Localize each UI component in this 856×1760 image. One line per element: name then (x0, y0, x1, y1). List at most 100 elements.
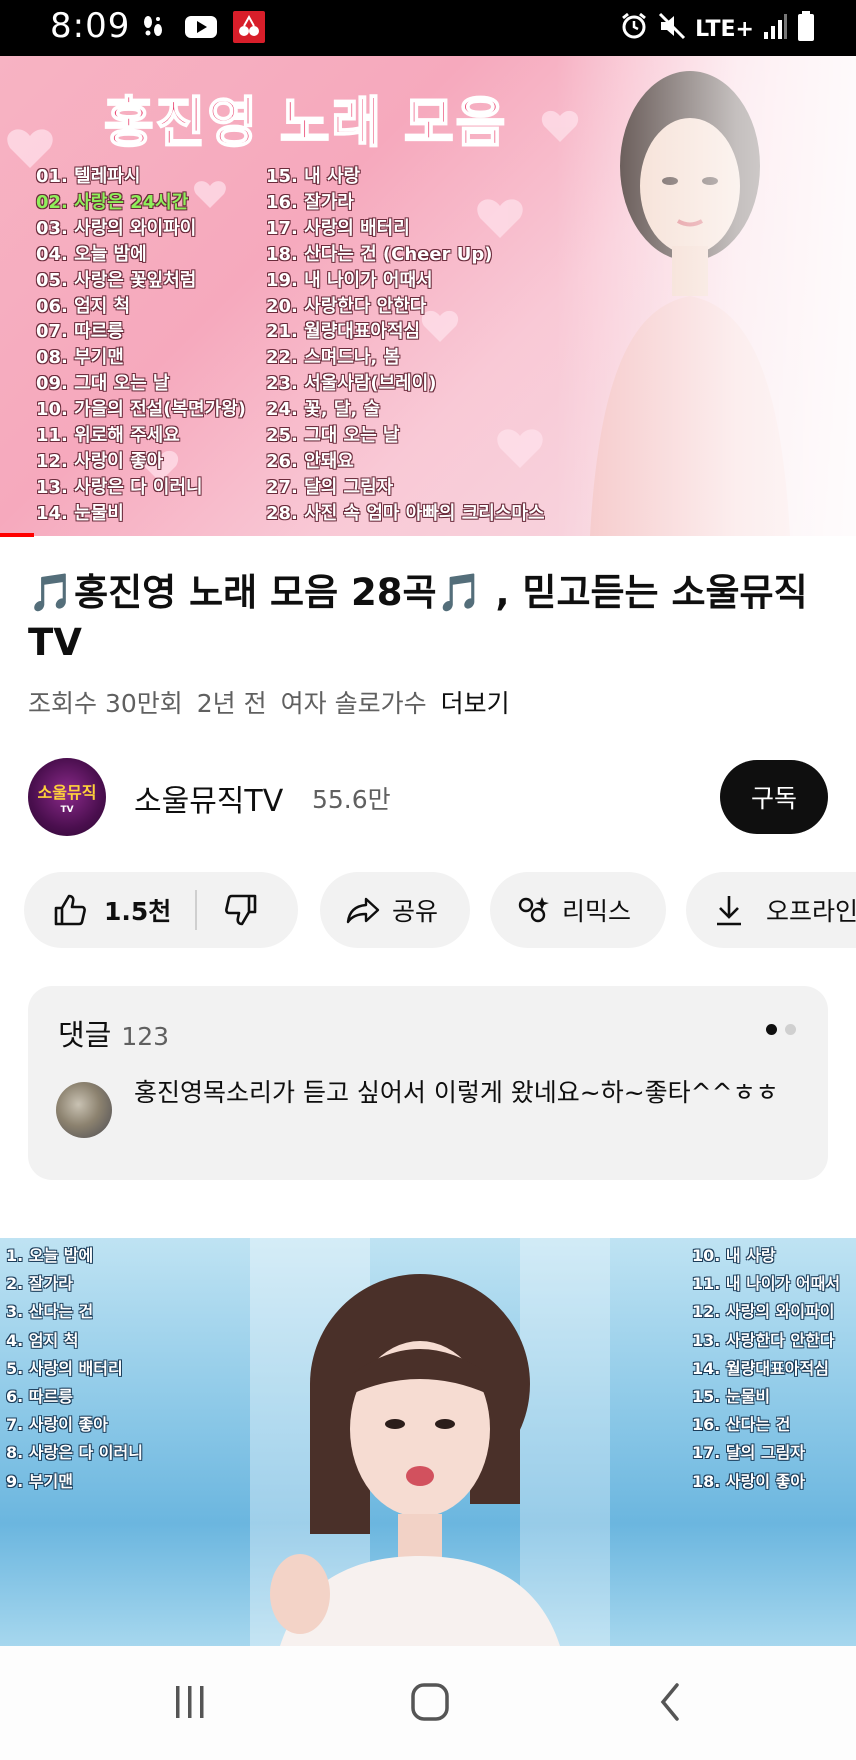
footsteps-icon (136, 12, 170, 42)
system-nav-bar (0, 1646, 856, 1760)
channel-row: 소울뮤직 TV 소울뮤직TV 55.6만 구독 (28, 758, 828, 836)
song-item: 27. 달의 그림자 (266, 476, 394, 498)
share-icon (346, 895, 380, 925)
remix-icon (516, 893, 550, 927)
thumbnail-songlist-col1: 01. 텔레파시 02. 사랑은 24시간 03. 사랑의 와이파이 04. 오… (36, 164, 246, 527)
song-item: 3. 산다는 건 (6, 1302, 94, 1322)
mute-icon (657, 11, 687, 47)
more-link[interactable]: 더보기 (441, 684, 510, 720)
song-item: 7. 사랑이 좋아 (6, 1415, 108, 1435)
action-bar: 1.5천 공유 리믹스 오프라인 (24, 872, 856, 948)
like-button[interactable]: 1.5천 (24, 892, 171, 928)
alarm-icon (619, 11, 649, 47)
offline-label: 오프라인 (766, 897, 856, 926)
pager-dot (785, 1024, 796, 1035)
song-item: 18. 산다는 건 (Cheer Up) (266, 243, 493, 265)
song-item: 20. 사랑한다 안한다 (266, 295, 427, 317)
song-item: 16. 잘가라 (266, 191, 354, 213)
avatar-text: 소울뮤직 (37, 783, 97, 802)
song-item: 14. 눈물비 (36, 502, 124, 524)
song-item: 13. 사랑한다 안한다 (692, 1330, 835, 1350)
next-video-thumbnail[interactable]: 1. 오늘 밤에 2. 잘가라 3. 산다는 건 4. 엄지 척 5. 사랑의 … (0, 1238, 856, 1646)
network-label: LTE+ (695, 16, 754, 42)
upload-age: 2년 전 (196, 689, 267, 718)
dislike-button[interactable] (223, 892, 259, 928)
thumbnail-title: 홍진영 노래 모음 (103, 90, 508, 155)
video-title[interactable]: 🎵홍진영 노래 모음 28곡🎵 , 믿고듣는 소울뮤직TV (28, 568, 818, 668)
song-item: 17. 사랑의 배터리 (266, 217, 410, 239)
battery-icon (796, 10, 816, 48)
status-left-icons (136, 11, 266, 43)
thumbnail-songlist-col2: 15. 내 사랑 16. 잘가라 17. 사랑의 배터리 18. 산다는 건 (… (266, 164, 545, 527)
view-count: 조회수 30만회 (28, 689, 183, 718)
comments-count: 123 (121, 1022, 170, 1051)
song-item: 28. 사진 속 엄마 아빠의 크리스마스 (266, 502, 545, 524)
comments-pager-dots (766, 1024, 796, 1035)
song-item: 25. 그대 오는 날 (266, 425, 400, 447)
subscriber-count: 55.6만 (312, 785, 391, 814)
song-item: 4. 엄지 척 (6, 1330, 79, 1350)
song-item: 09. 그대 오는 날 (36, 373, 170, 395)
veil-overlay (556, 56, 856, 536)
recents-icon (170, 1682, 210, 1726)
comment-preview-text: 홍진영목소리가 듣고 싶어서 이렇게 왔네요~하~좋타^^ㅎㅎ (134, 1078, 779, 1107)
share-label: 공유 (392, 897, 439, 926)
thumbnail2-songlist-col2: 10. 내 사랑 11. 내 나이가 어때서 12. 사랑의 와이파이 13. … (692, 1242, 840, 1496)
offline-button[interactable]: 오프라인 (686, 872, 856, 948)
song-item: 05. 사랑은 꽃잎처럼 (36, 269, 197, 291)
video-player-thumbnail[interactable]: 홍진영 노래 모음 01. 텔레파시 02. 사랑은 24시간 03. 사랑의 … (0, 56, 856, 536)
thumbs-down-icon (223, 892, 259, 928)
song-item-highlighted: 02. 사랑은 24시간 (36, 191, 189, 213)
pager-dot-active (766, 1024, 777, 1035)
comments-label: 댓글 (58, 1018, 112, 1052)
app-icon (232, 11, 266, 43)
song-item: 18. 사랑이 좋아 (692, 1471, 806, 1491)
song-item: 9. 부기맨 (6, 1471, 73, 1491)
song-item: 10. 가을의 전설(복면가왕) (36, 399, 246, 421)
recents-button[interactable] (160, 1680, 220, 1728)
song-item: 16. 산다는 건 (692, 1415, 791, 1435)
thumbnail2-songlist-col1: 1. 오늘 밤에 2. 잘가라 3. 산다는 건 4. 엄지 척 5. 사랑의 … (6, 1242, 143, 1496)
signal-icon (762, 12, 788, 46)
remix-label: 리믹스 (562, 897, 632, 926)
song-item: 8. 사랑은 다 이러니 (6, 1443, 143, 1463)
song-item: 19. 내 나이가 어때서 (266, 269, 433, 291)
song-item: 12. 사랑이 좋아 (36, 450, 164, 472)
song-item: 11. 위로해 주세요 (36, 425, 180, 447)
song-item: 17. 달의 그림자 (692, 1443, 806, 1463)
channel-name[interactable]: 소울뮤직TV (134, 776, 283, 820)
playback-progress-bar[interactable] (0, 533, 35, 537)
song-item: 13. 사랑은 다 이러니 (36, 476, 203, 498)
thumbs-up-icon (52, 892, 88, 928)
commenter-avatar (56, 1082, 112, 1138)
avatar-small-text: TV (60, 805, 74, 815)
share-button[interactable]: 공유 (320, 872, 470, 948)
song-item: 08. 부기맨 (36, 347, 124, 369)
song-item: 24. 꽃, 달, 술 (266, 399, 381, 421)
song-item: 2. 잘가라 (6, 1274, 73, 1294)
back-icon (655, 1681, 685, 1727)
song-item: 15. 눈물비 (692, 1387, 771, 1407)
song-item: 15. 내 사랑 (266, 166, 361, 187)
like-dislike-chip: 1.5천 (24, 872, 298, 948)
song-item: 6. 따르릉 (6, 1387, 73, 1407)
remix-button[interactable]: 리믹스 (490, 872, 666, 948)
subscribe-button[interactable]: 구독 (720, 760, 828, 834)
home-icon (409, 1681, 451, 1727)
song-item: 11. 내 나이가 어때서 (692, 1274, 841, 1294)
video-meta[interactable]: 조회수 30만회 2년 전 여자 솔로가수 더보기 (28, 684, 510, 720)
singer-photo (270, 1274, 560, 1646)
song-item: 03. 사랑의 와이파이 (36, 217, 197, 239)
download-icon (714, 893, 744, 927)
youtube-icon (184, 12, 218, 42)
song-item: 01. 텔레파시 (36, 166, 141, 187)
status-bar: 8:09 LTE+ (0, 0, 856, 56)
comments-header: 댓글 123 (58, 1012, 169, 1054)
home-button[interactable] (400, 1680, 460, 1728)
comments-card[interactable]: 댓글 123 홍진영목소리가 듣고 싶어서 이렇게 왔네요~하~좋타^^ㅎㅎ (28, 986, 828, 1180)
channel-avatar[interactable]: 소울뮤직 TV (28, 758, 106, 836)
status-right-icons: LTE+ (619, 10, 816, 48)
song-item: 5. 사랑의 배터리 (6, 1358, 123, 1378)
back-button[interactable] (640, 1680, 700, 1728)
status-time: 8:09 (50, 6, 131, 46)
